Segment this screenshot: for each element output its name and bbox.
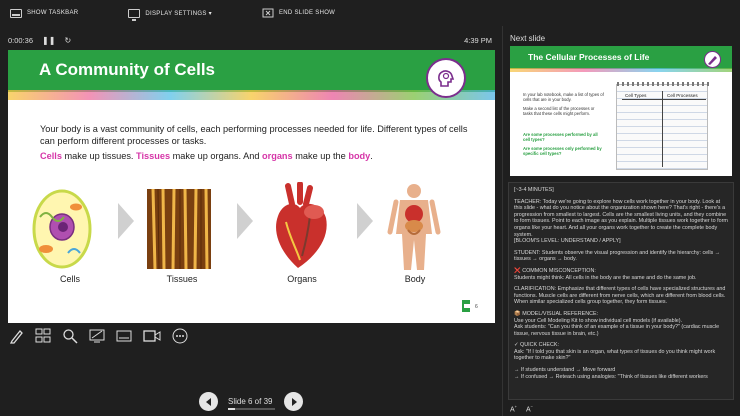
note-timing: [~3-4 MINUTES] xyxy=(514,187,554,193)
decrease-font-button[interactable]: A− xyxy=(526,404,533,413)
next-slide-swirl xyxy=(510,68,732,72)
clock: 4:39 PM xyxy=(464,35,492,45)
label-cells: Cells xyxy=(59,274,80,284)
cell-illustration xyxy=(32,189,92,269)
end-slide-show-label: END SLIDE SHOW xyxy=(278,10,336,16)
next-slide-preview[interactable]: The Cellular Processes of Life In your l… xyxy=(510,46,732,176)
presenter-toolbar: SHOW TASKBAR DISPLAY SETTINGS ▾ END SLID… xyxy=(0,0,740,26)
note-branches: → If students understand → Move forward … xyxy=(514,367,708,380)
pause-icon[interactable]: ❚❚ xyxy=(42,36,55,45)
current-slide[interactable]: A Community of Cells Your body is a vast… xyxy=(8,50,495,323)
next-slide-text-3: Are some processes performed by all cell… xyxy=(523,132,598,142)
show-taskbar-label: SHOW TASKBAR xyxy=(27,10,79,16)
next-slide-title: The Cellular Processes of Life xyxy=(528,52,650,62)
monitor-icon xyxy=(128,8,141,21)
logo-icon xyxy=(462,300,470,312)
subtitles-icon[interactable] xyxy=(115,327,133,345)
note-student: STUDENT: Students observe the visual pro… xyxy=(514,249,721,263)
show-taskbar-button[interactable]: SHOW TASKBAR xyxy=(10,8,79,18)
display-settings-label: DISPLAY SETTINGS ▾ xyxy=(145,10,212,17)
slide-progress-fill xyxy=(228,408,236,410)
tissue-illustration xyxy=(147,189,211,269)
arrow-right-chevron-2 xyxy=(237,203,253,239)
notebook-column-rule xyxy=(662,91,663,167)
hierarchy-text-1: make up tissues. xyxy=(61,151,137,161)
chevron-right-icon xyxy=(291,397,297,406)
notebook-spiral xyxy=(617,82,709,86)
notebook-header-rule xyxy=(622,99,706,100)
notebook-col-cell-types: Cell Types xyxy=(625,93,647,98)
notebook-col-cell-processes: Cell Processes xyxy=(667,93,698,98)
highlight-organs: organs xyxy=(262,151,293,161)
hierarchy-text-3: make up the xyxy=(292,151,349,161)
display-settings-button[interactable]: DISPLAY SETTINGS ▾ xyxy=(128,8,212,21)
intro-paragraph: Your body is a vast community of cells, … xyxy=(40,124,468,146)
camera-icon[interactable] xyxy=(143,327,161,345)
slide-progress-track xyxy=(228,408,275,410)
timer-row: 0:00:36 ❚❚ ↻ 4:39 PM xyxy=(8,33,496,47)
chevron-left-icon xyxy=(205,397,211,406)
next-slide-text-1: In your lab notebook, make a list of typ… xyxy=(523,92,604,102)
heart-illustration xyxy=(276,182,327,268)
end-slide-show-button[interactable]: END SLIDE SHOW xyxy=(262,8,335,18)
slide-counter[interactable]: Slide 6 of 39 xyxy=(228,397,272,406)
black-screen-icon[interactable] xyxy=(88,327,106,345)
note-quick-check: ✓ QUICK CHECK: Ask: "If I told you that … xyxy=(514,342,716,362)
more-options-icon[interactable] xyxy=(171,327,189,345)
pane-divider[interactable] xyxy=(502,26,503,416)
note-model-reference: 📦 MODEL/VISUAL REFERENCE: Use your Cell … xyxy=(514,310,720,337)
label-tissues: Tissues xyxy=(166,274,198,284)
highlight-tissues: Tissues xyxy=(136,151,171,161)
pencil-icon xyxy=(704,51,721,68)
restart-icon[interactable]: ↻ xyxy=(64,36,71,45)
arrow-right-chevron-1 xyxy=(118,203,134,239)
notebook-image: Cell Types Cell Processes xyxy=(616,82,709,170)
arrow-right-chevron-3 xyxy=(357,203,373,239)
highlight-cells: Cells xyxy=(40,151,62,161)
taskbar-icon xyxy=(10,8,22,18)
elapsed-timer: 0:00:36 xyxy=(8,35,34,45)
increase-font-button[interactable]: A+ xyxy=(510,404,517,413)
end-show-icon xyxy=(262,8,274,18)
next-slide-text-4: Are some processes only performed by spe… xyxy=(523,146,602,156)
brain-head-icon xyxy=(426,58,466,98)
hierarchy-sentence: Cells make up tissues. Tissues make up o… xyxy=(40,151,373,161)
decorative-swirl xyxy=(8,90,495,100)
slide-title: A Community of Cells xyxy=(39,60,215,79)
body-illustration xyxy=(387,184,441,270)
highlight-body: body xyxy=(348,151,371,161)
hierarchy-text-2: make up organs. And xyxy=(170,151,263,161)
label-body: Body xyxy=(404,274,426,284)
page-mark: 6 xyxy=(475,304,478,310)
zoom-icon[interactable] xyxy=(61,327,79,345)
note-clarification: CLARIFICATION: Emphasize that different … xyxy=(514,286,726,306)
label-organs: Organs xyxy=(287,274,317,284)
previous-slide-button[interactable] xyxy=(199,392,218,411)
note-teacher: TEACHER: Today we're going to explore ho… xyxy=(514,198,728,245)
next-slide-button[interactable] xyxy=(284,392,303,411)
next-slide-text-2: Make a second list of the processes or t… xyxy=(523,106,595,116)
hierarchy-text-4: . xyxy=(370,151,373,161)
note-misconception: ❌ COMMON MISCONCEPTION: Students might t… xyxy=(514,267,697,281)
speaker-notes[interactable]: [~3-4 MINUTES] TEACHER: Today we're goin… xyxy=(508,182,734,400)
pen-icon[interactable] xyxy=(8,327,26,345)
see-all-slides-icon[interactable] xyxy=(34,327,52,345)
next-slide-label: Next slide xyxy=(510,34,546,43)
